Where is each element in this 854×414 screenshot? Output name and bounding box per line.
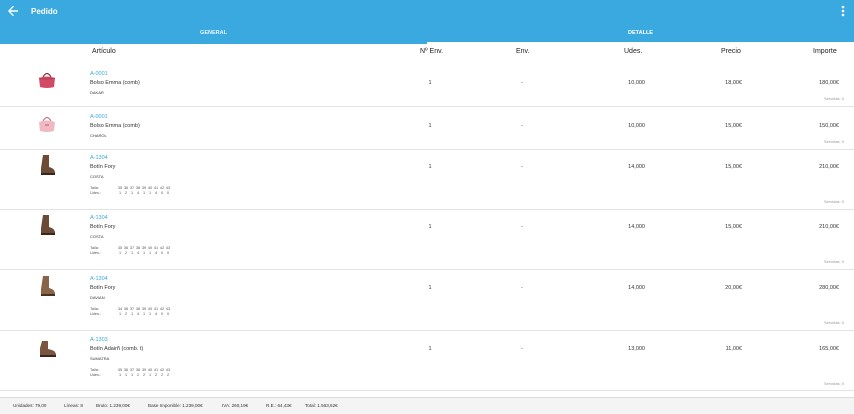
size-breakdown: Talla: 34 36 37 38 39 40 41 42 43 Udes.: 1 2 1 4 1 1 4 0 0: [90, 307, 171, 316]
arrow-left-icon[interactable]: [6, 4, 20, 18]
article-code[interactable]: A-1304: [90, 276, 108, 282]
col-header-importe: Importe: [813, 48, 837, 55]
article-name: Botín Fory: [90, 164, 116, 170]
article-color: SUMATRA: [90, 356, 110, 361]
article-name: Bolso Emma (comb): [90, 80, 140, 86]
importe-value: 180,00€: [819, 80, 839, 86]
app-bar: Pedido GENERAL DETALLE: [0, 0, 854, 44]
env-value: -: [521, 123, 523, 129]
udes-value: 10,000: [628, 80, 645, 86]
article-name: Botín Adairñ (comb. t): [90, 346, 144, 352]
nenv-value: 1: [428, 80, 432, 86]
brown-ankle-boot-image: [40, 341, 56, 357]
servidas-label: Servidas: 0: [823, 259, 844, 264]
precio-value: 15,00€: [725, 224, 742, 230]
article-color: COSTA: [90, 234, 104, 239]
table-row[interactable]: A-1304 Botín Fory COSTA Talla: 35 36 37 38 39…: [0, 210, 854, 270]
tab-indicator: [427, 42, 854, 44]
udes-value: 14,000: [628, 285, 645, 291]
importe-value: 210,00€: [819, 224, 839, 230]
brown-boot-image: [41, 155, 55, 175]
article-code[interactable]: A-1304: [90, 215, 108, 221]
nenv-value: 1: [428, 164, 432, 170]
table-row[interactable]: A-1304 Botín Fory COSTA Talla: 35 36 37 38 39…: [0, 150, 854, 210]
tax-base: Base Imponible: 1.239,00€: [148, 403, 203, 408]
servidas-label: Servidas: 0: [823, 381, 844, 386]
pink-handbag-image: [38, 72, 56, 88]
vat-total: IVA: 260,19€: [222, 403, 249, 408]
servidas-label: Servidas: 0: [823, 320, 844, 325]
article-color: DAKAR: [90, 90, 104, 95]
udes-value: 13,000: [628, 346, 645, 352]
article-name: Bolso Emma (comb): [90, 123, 140, 129]
udes-value: 14,000: [628, 224, 645, 230]
importe-value: 280,00€: [819, 285, 839, 291]
page-title: Pedido: [31, 7, 58, 16]
brown-boot-image: [41, 215, 55, 235]
article-code[interactable]: A-0001: [90, 114, 108, 120]
precio-value: 15,00€: [725, 164, 742, 170]
article-color: CHAROL: [90, 133, 107, 138]
servidas-label: Servidas: 0: [823, 199, 844, 204]
col-header-precio: Precio: [721, 48, 741, 55]
article-name: Botín Fory: [90, 224, 116, 230]
servidas-label: Servidas: 0: [823, 139, 844, 144]
precio-value: 18,00€: [725, 80, 742, 86]
precio-value: 15,00€: [725, 123, 742, 129]
size-breakdown: Talla: 35 36 37 38 39 40 41 42 43 Udes.: 1 2 1 4 1 1 4 0 0: [90, 246, 171, 255]
nenv-value: 1: [428, 123, 432, 129]
nenv-value: 1: [428, 285, 432, 291]
article-code[interactable]: A-1304: [90, 155, 108, 161]
precio-value: 20,00€: [725, 285, 742, 291]
servidas-label: Servidas: 0: [823, 96, 844, 101]
table-row[interactable]: A-0001 Bolso Emma (comb) CHAROL 1 - 10,0…: [0, 107, 854, 150]
col-header-env: Env.: [516, 48, 530, 55]
nenv-value: 1: [428, 224, 432, 230]
article-code[interactable]: A-0001: [90, 71, 108, 77]
article-color: COSTA: [90, 174, 104, 179]
size-breakdown: Talla: 35 36 37 38 39 40 41 42 43 Udes.: 1 1 1 2 2 1 2 2 2: [90, 368, 171, 377]
light-pink-handbag-image: [39, 116, 55, 132]
env-value: -: [521, 164, 523, 170]
size-breakdown: Talla: 35 36 37 38 39 40 41 42 43 Udes.: 1 2 1 4 1 1 4 0 0: [90, 186, 171, 195]
col-header-nenv: Nº Env.: [420, 48, 444, 55]
udes-value: 10,000: [628, 123, 645, 129]
col-header-udes: Udes.: [624, 48, 643, 55]
table-row[interactable]: A-0001 Bolso Emma (comb) DAKAR 1 - 10,00…: [0, 62, 854, 107]
nenv-value: 1: [428, 346, 432, 352]
importe-value: 150,00€: [819, 123, 839, 129]
env-value: -: [521, 346, 523, 352]
re-total: R.E.: 64,43€: [266, 403, 292, 408]
udes-value: 14,000: [628, 164, 645, 170]
table-row[interactable]: A-1304 Botín Fory DAVIAN Talla: 34 36 37 38 3…: [0, 270, 854, 331]
totals-footer: Unidades: 79,00 Líneas: 8 Bruto: 1.239,0…: [0, 397, 854, 414]
env-value: -: [521, 224, 523, 230]
article-color: DAVIAN: [90, 295, 105, 300]
tab-general[interactable]: GENERAL: [0, 30, 427, 44]
env-value: -: [521, 285, 523, 291]
more-vert-icon[interactable]: [838, 4, 848, 18]
grand-total: Total: 1.563,62€: [305, 403, 338, 408]
brown-boot-image: [41, 276, 55, 296]
total-units: Unidades: 79,00: [13, 403, 47, 408]
importe-value: 165,00€: [819, 346, 839, 352]
env-value: -: [521, 80, 523, 86]
article-name: Botín Fory: [90, 285, 116, 291]
importe-value: 210,00€: [819, 164, 839, 170]
table-row[interactable]: A-1303 Botín Adairñ (comb. t) SUMATRA Ta…: [0, 331, 854, 391]
gross-total: Bruto: 1.239,00€: [96, 403, 130, 408]
col-header-articulo: Artículo: [92, 48, 116, 55]
article-code[interactable]: A-1303: [90, 337, 108, 343]
total-lines: Líneas: 8: [64, 403, 83, 408]
precio-value: 11,00€: [725, 346, 742, 352]
